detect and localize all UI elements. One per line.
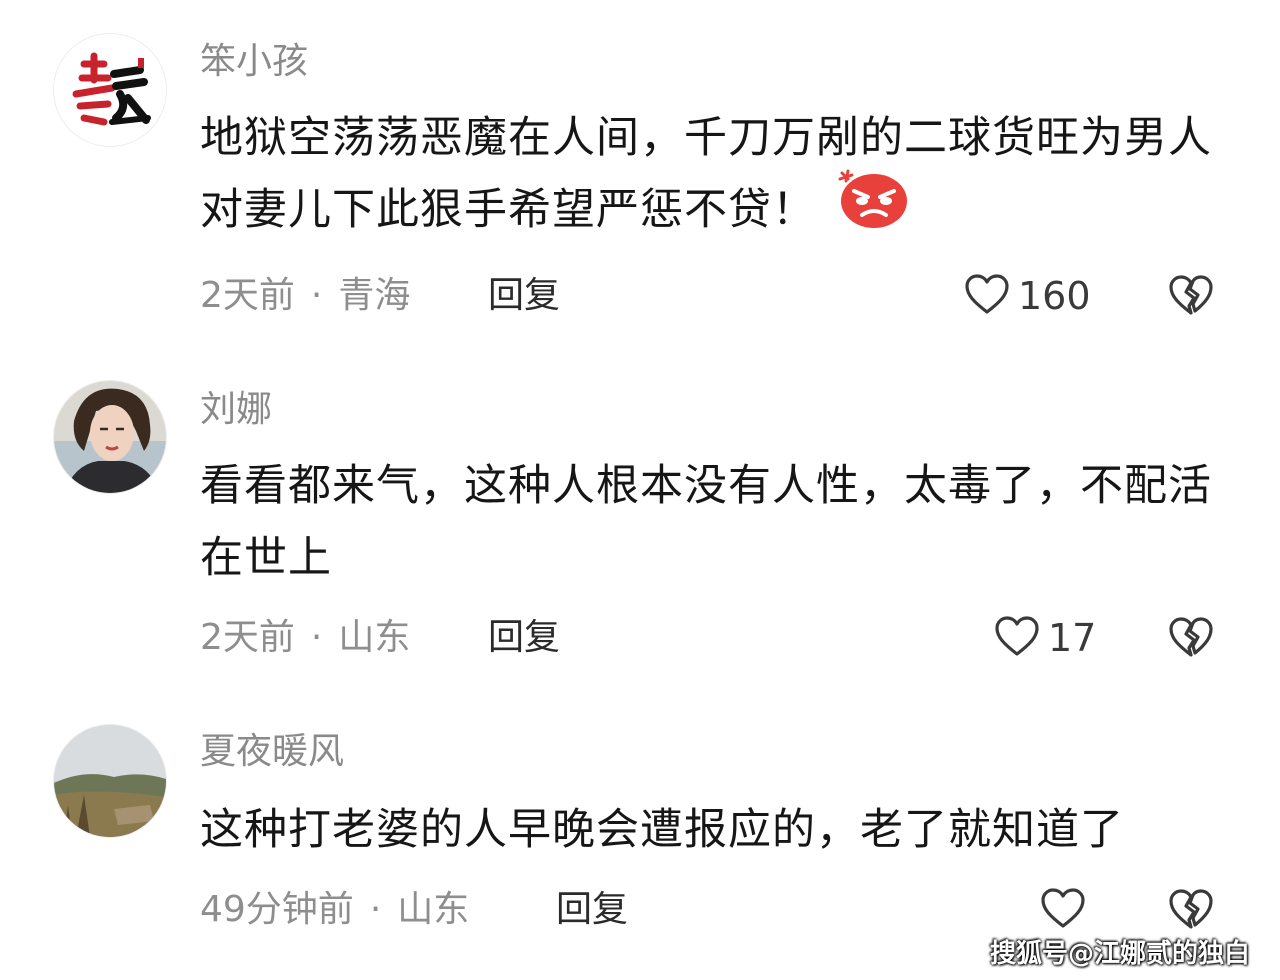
comment-text-content: 地狱空荡荡恶魔在人间，千刀万剐的二球货旺为男人对妻儿下此狠手希望严惩不贷！ — [200, 113, 1212, 235]
comment-username[interactable]: 刘娜 — [200, 388, 272, 432]
heart-outline-icon — [994, 615, 1040, 661]
comment-location: 山东 — [338, 617, 411, 658]
avatar[interactable] — [53, 33, 167, 147]
meta-separator: · — [310, 617, 323, 658]
comment-time: 49分钟前 — [200, 889, 354, 930]
comment-username[interactable]: 笨小孩 — [200, 40, 308, 84]
comment-text: 这种打老婆的人早晚会遭报应的，老了就知道了 — [200, 805, 1124, 855]
comment-meta: 2天前 · 青海 — [200, 274, 410, 318]
broken-heart-icon — [1168, 617, 1214, 662]
heart-outline-icon — [964, 273, 1010, 319]
comment-meta: 49分钟前 · 山东 — [200, 888, 469, 932]
comment-meta: 2天前 · 山东 — [200, 616, 410, 660]
watermark: 搜狐号@江娜贰的独白 — [989, 939, 1250, 969]
comment-time: 2天前 — [200, 617, 295, 658]
landscape-avatar-icon — [54, 725, 166, 837]
like-button[interactable]: 17 — [994, 616, 1096, 660]
woman-portrait-avatar-icon — [54, 381, 166, 493]
dislike-button[interactable] — [1168, 274, 1214, 318]
reply-button[interactable]: 回复 — [488, 274, 560, 318]
dislike-button[interactable] — [1168, 616, 1214, 660]
comment-location: 青海 — [338, 275, 411, 316]
angry-face-emoji-icon — [838, 167, 908, 251]
comment-location: 山东 — [397, 889, 470, 930]
avatar[interactable] — [53, 724, 167, 838]
comment-text: 地狱空荡荡恶魔在人间，千刀万剐的二球货旺为男人对妻儿下此狠手希望严惩不贷！ — [200, 102, 1230, 251]
meta-separator: · — [310, 275, 323, 316]
dislike-button[interactable] — [1168, 888, 1214, 932]
calligraphy-avatar-icon — [54, 34, 166, 146]
comment-time: 2天前 — [200, 275, 295, 316]
like-count: 17 — [1048, 616, 1097, 660]
reply-button[interactable]: 回复 — [556, 888, 628, 932]
heart-outline-icon — [1040, 887, 1086, 933]
comment-text: 看看都来气，这种人根本没有人性，太毒了，不配活在世上 — [200, 461, 1212, 583]
like-button[interactable]: 160 — [964, 274, 1091, 318]
reply-button[interactable]: 回复 — [488, 616, 560, 660]
broken-heart-icon — [1168, 889, 1214, 934]
meta-separator: · — [369, 889, 382, 930]
avatar[interactable] — [53, 380, 167, 494]
comment-username[interactable]: 夏夜暖风 — [200, 730, 344, 774]
like-count: 160 — [1018, 274, 1091, 318]
broken-heart-icon — [1168, 275, 1214, 320]
like-button[interactable] — [1040, 888, 1094, 932]
